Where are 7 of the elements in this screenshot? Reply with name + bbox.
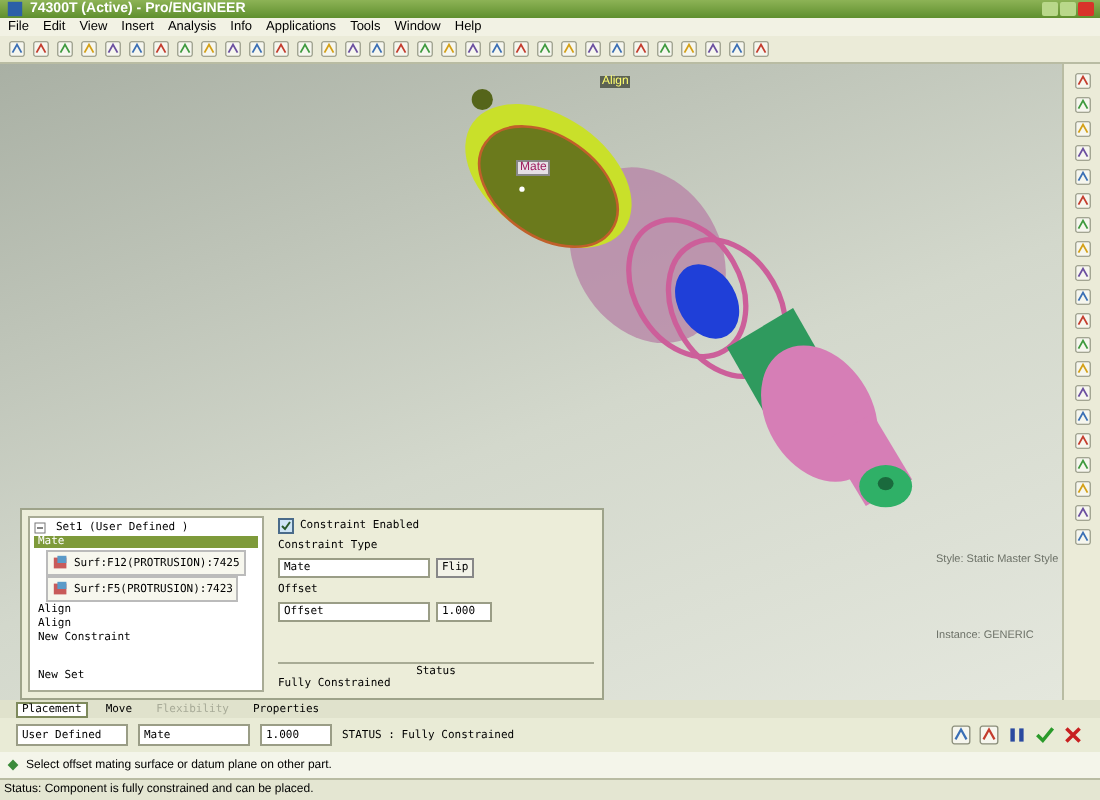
close-icon[interactable] <box>1062 724 1084 746</box>
app-icon <box>6 0 24 18</box>
collapse-icon[interactable] <box>34 522 46 534</box>
checkmark-icon[interactable] <box>1034 724 1056 746</box>
pause-icon[interactable] <box>1006 724 1028 746</box>
enabled-checkbox[interactable] <box>278 518 294 534</box>
prompt-icon <box>4 756 22 774</box>
